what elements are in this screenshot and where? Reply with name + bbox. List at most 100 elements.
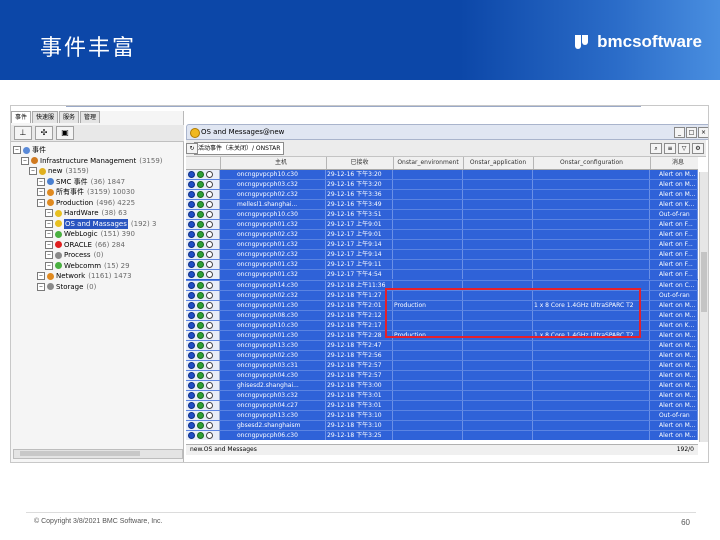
table-row[interactable]: oncngpvpcph10.c30 29-12-16 下午3:20 Alert on… <box>186 170 698 181</box>
column-host[interactable]: 主机 <box>236 157 327 169</box>
cell-recv: 29-12-18 下午2:01 <box>326 300 393 310</box>
tree-node[interactable]: − Production (496) 4225 <box>13 198 181 209</box>
table-row[interactable]: oncngpvpcph03.c31 29-12-18 下午2:57 Alert on… <box>186 360 698 371</box>
table-row[interactable]: oncngpvpcph01.c32 29-12-17 上午9:11 Alert on… <box>186 260 698 271</box>
tab-admin[interactable]: 管理 <box>80 111 101 123</box>
tree-node[interactable]: − 事件 <box>13 145 181 156</box>
cell-conf <box>533 411 650 421</box>
table-row[interactable]: oncngpvpcph01.c32 29-12-17 下午4:54 Alert on… <box>186 270 698 281</box>
cell-host: oncngpvpcph02.c32 <box>236 230 326 240</box>
expand-icon[interactable]: − <box>45 230 53 239</box>
tree-node[interactable]: − 所有事件 (3159) 10030 <box>13 187 181 198</box>
expand-icon[interactable]: − <box>45 261 53 270</box>
filter-icon[interactable]: ▽ <box>678 143 690 154</box>
tab-quick[interactable]: 快速服 <box>32 111 59 123</box>
table-row[interactable]: oncngpvpcph02.c32 29-12-16 下午3:36 Alert on… <box>186 190 698 201</box>
table-row[interactable]: mellesl1.shanghai... 29-12-16 下午3:49 Alert… <box>186 200 698 211</box>
table-row[interactable]: gbsesd2.shanghaism 29-12-18 下午3:10 Alert o… <box>186 421 698 432</box>
expand-icon[interactable]: − <box>37 177 45 186</box>
column-configuration[interactable]: Onstar_configuration <box>533 157 651 169</box>
tree-node-label: Production <box>56 198 94 207</box>
cell-app <box>463 421 533 431</box>
tree-node[interactable]: − WebLogic (151) 390 <box>13 229 181 240</box>
folder-icon[interactable]: ▣ <box>56 126 74 140</box>
expand-icon[interactable]: − <box>45 209 53 218</box>
row-status-icons <box>186 170 220 179</box>
tree-node[interactable]: − SMC 事件 (36) 1847 <box>13 177 181 188</box>
tree-node-label: ORACLE <box>64 240 92 249</box>
cell-recv: 29-12-18 下午2:12 <box>326 310 393 320</box>
expand-icon[interactable]: − <box>37 272 45 281</box>
expand-icon[interactable]: − <box>37 188 45 197</box>
table-row[interactable]: oncngpvpcph13.c30 29-12-18 下午3:10 Out-of-r… <box>186 411 698 422</box>
column-application[interactable]: Onstar_application <box>463 157 534 169</box>
tree-node-count: (66) 284 <box>94 240 125 249</box>
search-icon[interactable]: ⌕ <box>650 143 662 154</box>
table-row[interactable]: oncngpvpcph04.c30 29-12-18 下午2:57 Alert on… <box>186 370 698 381</box>
table-row[interactable]: oncngpvpcph03.c32 29-12-18 下午3:01 Alert on… <box>186 391 698 402</box>
cell-conf <box>533 401 650 411</box>
cell-env <box>393 190 463 200</box>
close-icon[interactable]: × <box>698 127 708 138</box>
cell-msg: Alert on M... <box>658 170 698 179</box>
tree-node[interactable]: − Infrastructure Management (3159) <box>13 156 181 167</box>
cell-conf <box>533 230 650 240</box>
tree-view-icon[interactable]: ⊥ <box>14 126 32 140</box>
table-row[interactable]: oncngpvpcph03.c32 29-12-16 下午3:20 Alert on… <box>186 180 698 191</box>
table-row[interactable]: oncngpvpcph01.c32 29-12-17 上午9:01 Alert on… <box>186 220 698 231</box>
table-row[interactable]: ghisesd2.shanghai... 29-12-18 下午3:00 Alert… <box>186 380 698 392</box>
maximize-icon[interactable]: □ <box>686 127 697 138</box>
column-status[interactable] <box>186 157 221 169</box>
bmc-logo: bmcsoftware <box>575 32 702 52</box>
tab-events[interactable]: 事件 <box>11 111 32 123</box>
table-row[interactable]: oncngpvpcph02.c32 29-12-17 上午9:14 Alert on… <box>186 250 698 261</box>
tree-node[interactable]: − Webcomm (15) 29 <box>13 261 181 272</box>
group-icon[interactable]: ✣ <box>35 126 53 140</box>
tree-node-label: OS and Massages <box>64 218 128 229</box>
tree-node[interactable]: − Network (1161) 1473 <box>13 271 181 282</box>
bmc-logo-icon <box>575 35 593 49</box>
column-message[interactable]: 消息 <box>658 157 698 169</box>
nav-horizontal-scrollbar[interactable] <box>13 449 183 459</box>
expand-icon[interactable]: − <box>45 251 53 260</box>
tab-services[interactable]: 服务 <box>59 111 80 123</box>
table-row[interactable]: oncngpvpcph13.c30 29-12-18 下午2:47 Alert on… <box>186 340 698 351</box>
tree-node[interactable]: − ORACLE (66) 284 <box>13 240 181 251</box>
tree-node[interactable]: − HardWare (38) 63 <box>13 208 181 219</box>
column-environment[interactable]: Onstar_environment <box>393 157 464 169</box>
tree-node[interactable]: − OS and Massages (192) 3 <box>13 218 181 229</box>
table-vertical-scrollbar[interactable] <box>699 172 708 442</box>
cell-recv: 29-12-18 下午3:10 <box>326 421 393 431</box>
tree-node-label: Network <box>56 272 86 280</box>
table-row[interactable]: oncngpvpcph06.c30 29-12-18 下午3:25 Alert on… <box>186 431 698 440</box>
expand-icon[interactable]: − <box>37 282 45 291</box>
list-icon[interactable]: ≡ <box>664 143 676 154</box>
tree-node[interactable]: − new (3159) <box>13 166 181 177</box>
status-icon <box>39 167 46 175</box>
cell-host: oncngpvpcph01.c30 <box>236 330 326 340</box>
table-row[interactable]: oncngpvpcph10.c30 29-12-16 下午3:51 Out-of-r… <box>186 210 698 221</box>
expand-icon[interactable]: − <box>45 240 53 249</box>
table-row[interactable]: oncngpvpcph02.c30 29-12-18 下午2:56 Alert on… <box>186 350 698 361</box>
expand-icon[interactable]: − <box>21 156 29 165</box>
cell-recv: 29-12-18 下午3:01 <box>326 401 393 411</box>
table-row[interactable]: oncngpvpcph02.c32 29-12-17 上午9:01 Alert on… <box>186 230 698 241</box>
expand-icon[interactable]: − <box>29 167 37 176</box>
row-status-icons <box>186 230 220 240</box>
expand-icon[interactable]: − <box>37 198 45 207</box>
expand-icon[interactable]: − <box>13 146 21 155</box>
settings-icon[interactable]: ⚙ <box>692 143 704 154</box>
minimize-icon[interactable]: _ <box>674 127 685 138</box>
refresh-icon[interactable]: ↻ <box>186 143 198 154</box>
column-received[interactable]: 已接收 <box>326 157 394 169</box>
cell-app <box>463 360 533 370</box>
table-row[interactable]: oncngpvpcph01.c32 29-12-17 上午9:14 Alert on… <box>186 240 698 251</box>
filter-select[interactable]: 活动事件（未关闭）/ ONSTAR <box>194 142 285 155</box>
tab-os-and-messages[interactable]: OS and Messages@new _ □ × <box>186 124 708 140</box>
table-row[interactable]: oncngpvpcph04.c27 29-12-18 下午3:01 Alert on… <box>186 401 698 412</box>
cell-msg: Alert on M... <box>658 330 698 340</box>
cell-msg: Alert on C... <box>658 280 698 290</box>
expand-icon[interactable]: − <box>45 219 53 228</box>
tree-node[interactable]: − Storage (0) <box>13 282 181 293</box>
tree-node[interactable]: − Process (0) <box>13 250 181 261</box>
